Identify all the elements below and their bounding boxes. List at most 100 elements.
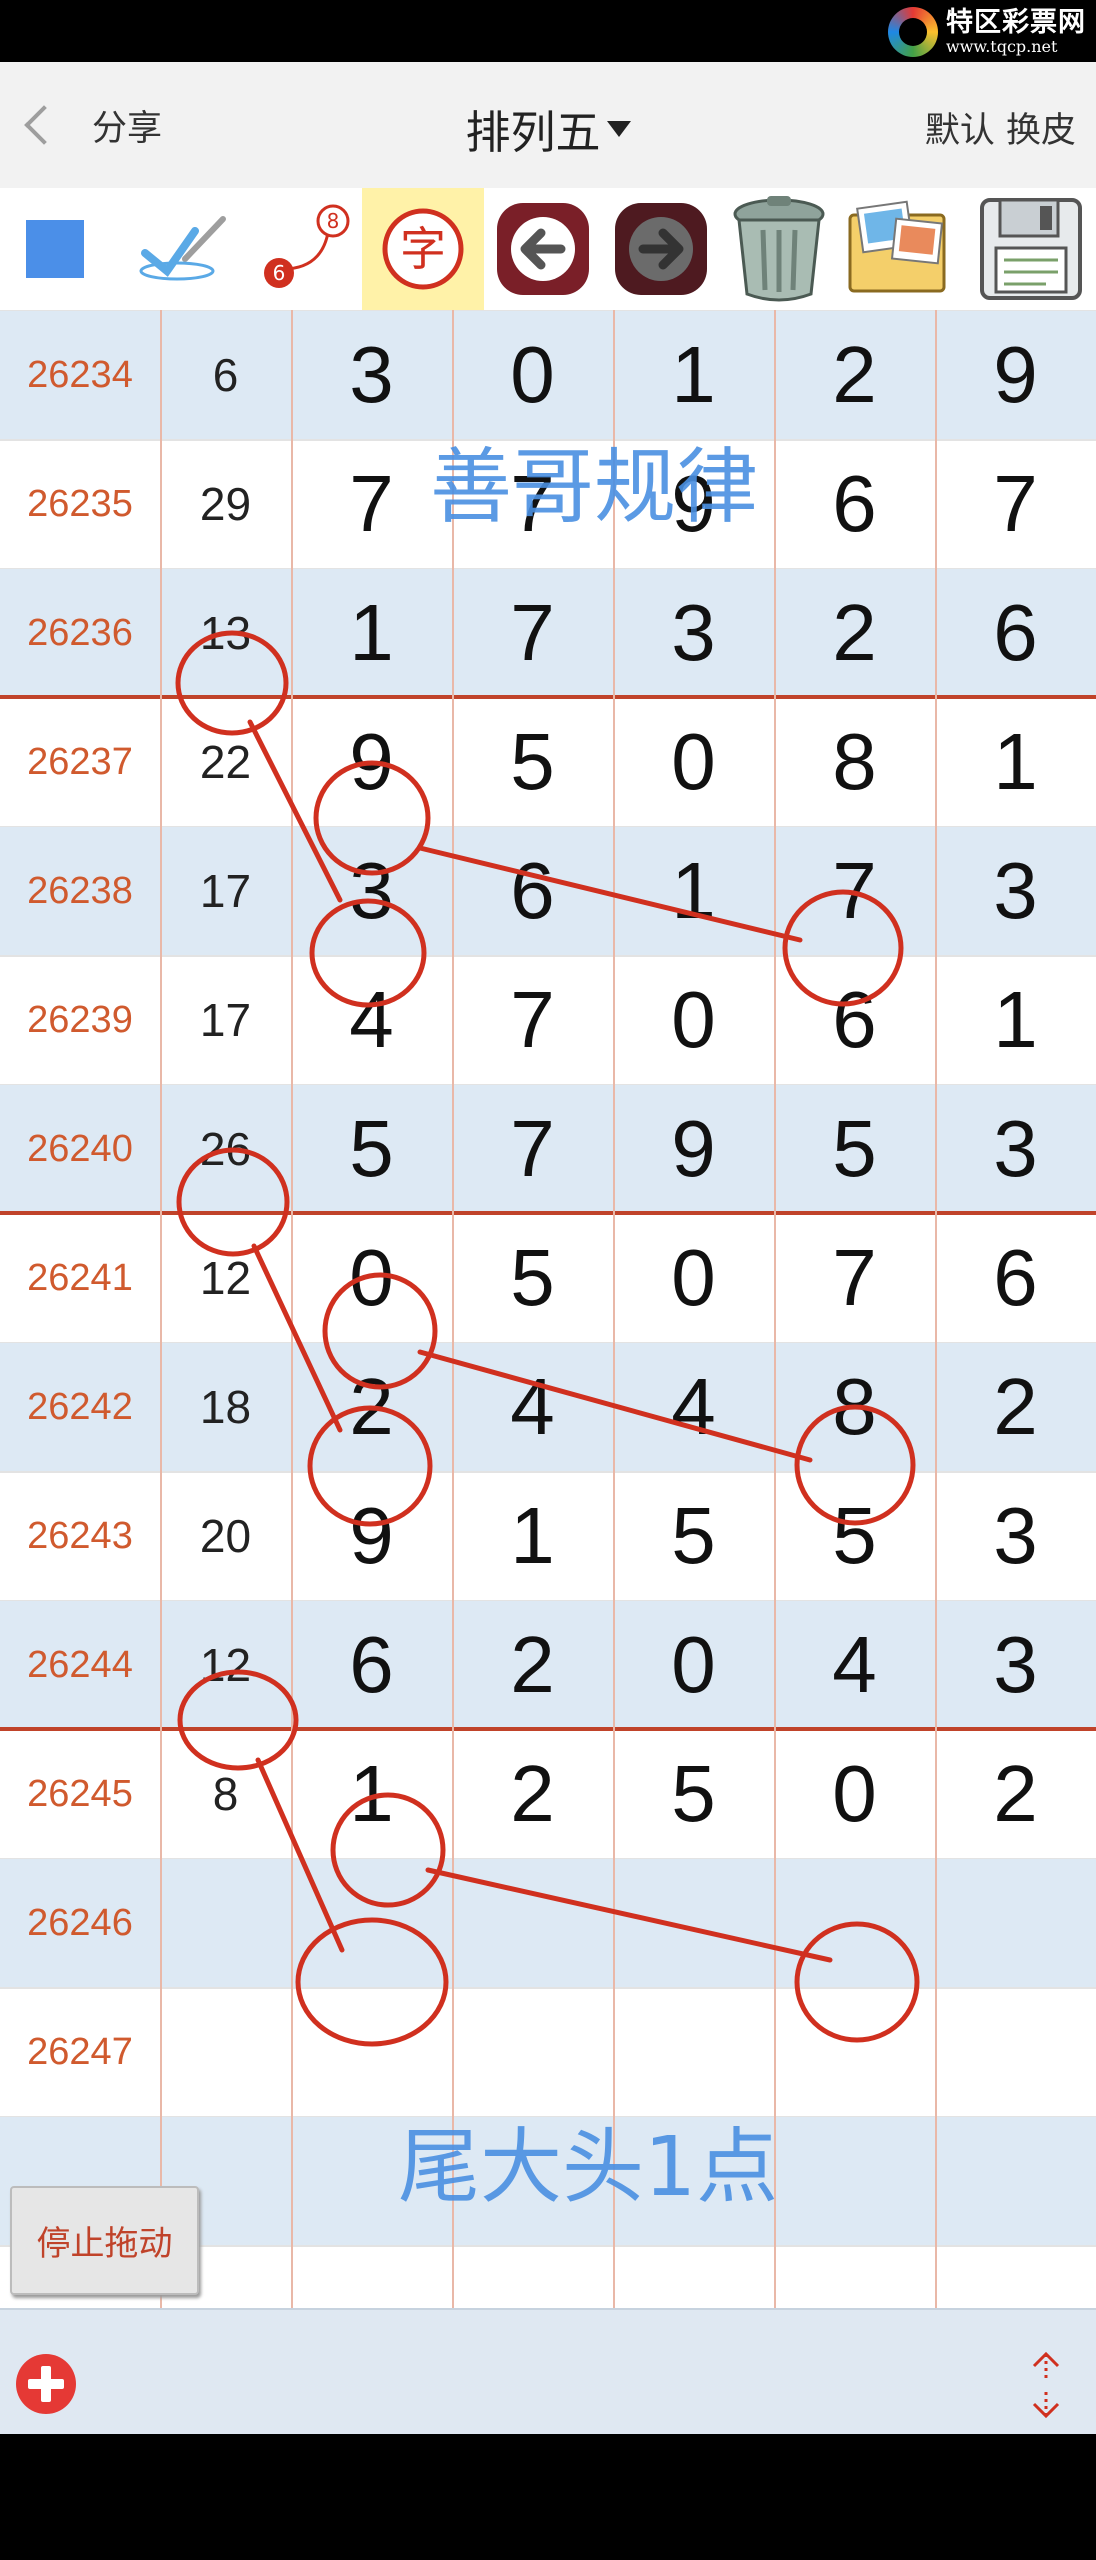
digit-cell[interactable]: 1 [613, 311, 774, 439]
digit-cell[interactable]: 3 [613, 569, 774, 697]
arrow-left-icon [497, 203, 589, 295]
digit-cell[interactable]: 6 [774, 956, 935, 1084]
digit-cell[interactable]: 0 [452, 311, 613, 439]
digit-cell[interactable]: 7 [452, 440, 613, 568]
logo-url: www.tqcp.net [946, 37, 1058, 56]
digit-cell[interactable]: 7 [774, 827, 935, 955]
save-tool[interactable] [966, 188, 1096, 310]
digit-cell[interactable]: 2 [452, 1730, 613, 1858]
digit-cell[interactable]: 3 [291, 827, 452, 955]
digit-cell[interactable] [774, 2117, 935, 2245]
digit-cell[interactable]: 5 [774, 1085, 935, 1213]
table-row: 26244 12 6 2 0 4 3 [0, 1601, 1096, 1729]
digit-cell[interactable]: 8 [774, 1343, 935, 1471]
digit-cell[interactable] [935, 1859, 1096, 1987]
skin-switch-button[interactable]: 默认 换皮 [925, 102, 1076, 153]
add-icon[interactable] [16, 2354, 76, 2414]
digit-cell[interactable]: 1 [291, 569, 452, 697]
digit-cell[interactable]: 9 [935, 311, 1096, 439]
digit-cell[interactable] [774, 1988, 935, 2116]
digit-cell[interactable] [452, 2117, 613, 2245]
scroll-arrows-icon[interactable] [1026, 2348, 1066, 2422]
digit-cell[interactable]: 2 [291, 1343, 452, 1471]
digit-cell[interactable]: 4 [291, 956, 452, 1084]
digit-cell[interactable]: 2 [935, 1730, 1096, 1858]
digit-cell[interactable] [291, 1988, 452, 2116]
digit-cell[interactable] [935, 1988, 1096, 2116]
digit-cell[interactable] [613, 1859, 774, 1987]
digit-cell[interactable]: 0 [613, 956, 774, 1084]
digit-cell[interactable]: 0 [613, 1601, 774, 1729]
digit-cell[interactable] [613, 2117, 774, 2245]
digit-cell[interactable]: 0 [613, 698, 774, 826]
digit-cell[interactable]: 5 [613, 1730, 774, 1858]
digit-cell[interactable]: 0 [291, 1214, 452, 1342]
digit-cell[interactable]: 9 [291, 698, 452, 826]
blue-square-tool[interactable] [0, 188, 110, 310]
digit-cell[interactable]: 5 [452, 698, 613, 826]
digit-cell[interactable]: 6 [935, 1214, 1096, 1342]
digit-cell[interactable] [452, 1988, 613, 2116]
digit-cell[interactable]: 7 [452, 1085, 613, 1213]
digit-cell[interactable]: 1 [291, 1730, 452, 1858]
digit-cell[interactable]: 3 [935, 1472, 1096, 1600]
digit-cell[interactable]: 2 [774, 311, 935, 439]
clear-tool[interactable] [724, 188, 834, 310]
digit-cell[interactable]: 4 [774, 1601, 935, 1729]
digit-cell[interactable] [613, 1988, 774, 2116]
digit-cell[interactable]: 6 [452, 827, 613, 955]
digit-cell[interactable]: 5 [291, 1085, 452, 1213]
digit-cell[interactable]: 6 [774, 440, 935, 568]
table-row: 26238 17 3 6 1 7 3 [0, 827, 1096, 955]
digit-cell[interactable]: 6 [291, 1601, 452, 1729]
digit-cell[interactable]: 4 [452, 1343, 613, 1471]
digit-cell[interactable]: 1 [935, 956, 1096, 1084]
curve-tool[interactable]: 6 8 [250, 188, 360, 310]
digit-cell[interactable] [452, 1859, 613, 1987]
digit-cell[interactable]: 2 [935, 1343, 1096, 1471]
table-row: 26239 17 4 7 0 6 1 [0, 956, 1096, 1084]
digit-sum: 17 [199, 994, 252, 1046]
digit-cell[interactable] [774, 1859, 935, 1987]
digit-cell[interactable]: 7 [935, 440, 1096, 568]
digit-sum: 29 [199, 478, 252, 530]
digit-cell[interactable]: 7 [452, 956, 613, 1084]
digit-cell[interactable]: 8 [774, 698, 935, 826]
digit-cell[interactable] [291, 1859, 452, 1987]
game-selector[interactable]: 排列五 [465, 96, 631, 161]
digit-cell[interactable]: 2 [452, 1601, 613, 1729]
digit-cell[interactable]: 1 [452, 1472, 613, 1600]
digit-cell[interactable]: 5 [613, 1472, 774, 1600]
digit-cell[interactable]: 3 [935, 1601, 1096, 1729]
stop-drag-button[interactable]: 停止拖动 [10, 2186, 199, 2295]
digit-cell[interactable]: 7 [774, 1214, 935, 1342]
issue-number: 26241 [27, 1256, 133, 1299]
digit-cell[interactable]: 6 [935, 569, 1096, 697]
checkmark-pen-tool[interactable] [130, 188, 240, 310]
digit-cell[interactable]: 3 [291, 311, 452, 439]
redo-tool[interactable] [606, 188, 716, 310]
digit-cell[interactable]: 3 [935, 827, 1096, 955]
digit-cell[interactable]: 9 [613, 1085, 774, 1213]
undo-tool[interactable] [488, 188, 598, 310]
text-tool[interactable]: 字 [362, 188, 484, 310]
share-back-button[interactable]: 分享 [24, 92, 162, 158]
digit-cell[interactable]: 5 [774, 1472, 935, 1600]
gallery-tool[interactable] [842, 188, 952, 310]
digit-cell[interactable]: 2 [774, 569, 935, 697]
digit-cell[interactable] [291, 2117, 452, 2245]
digit-cell[interactable]: 7 [291, 440, 452, 568]
digit-cell[interactable]: 7 [452, 569, 613, 697]
digit-cell[interactable]: 0 [774, 1730, 935, 1858]
digit-cell[interactable] [935, 2117, 1096, 2245]
digit-cell[interactable]: 5 [452, 1214, 613, 1342]
digit-cell[interactable]: 0 [613, 1214, 774, 1342]
digit-cell[interactable]: 4 [613, 1343, 774, 1471]
digit-cell[interactable]: 9 [613, 440, 774, 568]
digit-cell[interactable]: 9 [291, 1472, 452, 1600]
digit-cell[interactable]: 3 [935, 1085, 1096, 1213]
digit-cell[interactable]: 1 [935, 698, 1096, 826]
issue-number: 26237 [27, 740, 133, 783]
digit-cell[interactable]: 1 [613, 827, 774, 955]
results-table: 2623314163402623463012926235297796726236… [0, 310, 1096, 2308]
